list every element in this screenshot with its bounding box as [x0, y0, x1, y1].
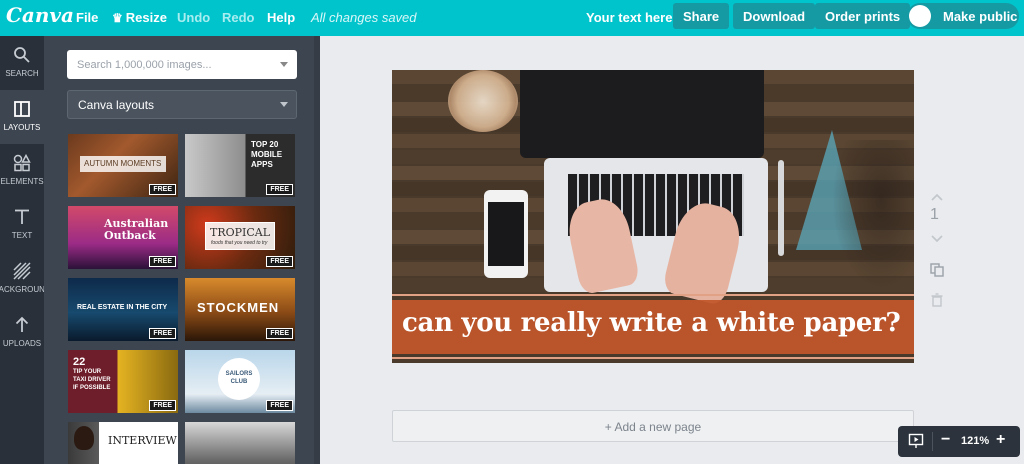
- thumb-title: TOP 20 MOBILE APPS: [251, 140, 283, 169]
- thumb-title: AUTUMN MOMENTS: [84, 159, 162, 168]
- free-badge: FREE: [149, 184, 176, 195]
- zoom-divider: [932, 432, 933, 451]
- rail-item-elements[interactable]: ELEMENTS: [0, 144, 44, 198]
- zoom-level: 121%: [961, 435, 990, 447]
- rail-item-text[interactable]: TEXT: [0, 198, 44, 252]
- free-badge: FREE: [149, 256, 176, 267]
- coffee-cup: [448, 70, 518, 132]
- chevron-down-icon[interactable]: [929, 230, 945, 246]
- design-canvas[interactable]: can you really write a white paper?: [392, 70, 914, 363]
- headline-text[interactable]: can you really write a white paper?: [402, 308, 912, 338]
- crown-icon: ♛: [112, 11, 123, 25]
- toggle-knob: [909, 5, 931, 27]
- image-search-input[interactable]: [67, 50, 297, 79]
- rail-item-background[interactable]: BACKGROUND: [0, 252, 44, 306]
- thumb-title: TROPICAL: [210, 226, 271, 239]
- free-badge: FREE: [266, 328, 293, 339]
- zoom-controls: − 121% +: [898, 426, 1020, 457]
- layouts-panel: Canva layouts AUTUMN MOMENTS FREE TOP 20…: [44, 36, 320, 464]
- zoom-in-button[interactable]: +: [996, 431, 1005, 449]
- thumb-title: REAL ESTATE IN THE CITY: [77, 304, 168, 311]
- copy-page-icon[interactable]: [929, 262, 945, 278]
- order-prints-button[interactable]: Order prints: [815, 3, 911, 29]
- rail-label: UPLOADS: [2, 339, 42, 348]
- background-icon: [13, 262, 31, 280]
- download-button[interactable]: Download: [733, 3, 816, 29]
- search-icon: [14, 47, 30, 63]
- pen: [778, 160, 784, 256]
- add-page-button[interactable]: + Add a new page: [392, 410, 914, 442]
- elements-icon: [13, 154, 31, 172]
- share-button[interactable]: Share: [673, 3, 730, 29]
- canva-logo[interactable]: Canva: [6, 3, 74, 27]
- layout-thumb-mobile-apps[interactable]: TOP 20 MOBILE APPS FREE: [185, 134, 295, 197]
- chevron-down-icon[interactable]: [280, 62, 288, 67]
- free-badge: FREE: [266, 184, 293, 195]
- category-select[interactable]: Canva layouts: [67, 90, 297, 119]
- free-badge: FREE: [149, 328, 176, 339]
- save-status: All changes saved: [311, 10, 417, 25]
- help-menu[interactable]: Help: [267, 10, 295, 25]
- layout-thumb-interview[interactable]: INTERVIEW: [68, 422, 178, 464]
- free-badge: FREE: [266, 400, 293, 411]
- layout-thumb-autumn-moments[interactable]: AUTUMN MOMENTS FREE: [68, 134, 178, 197]
- left-rail: SEARCH LAYOUTS ELEMENTS TEXT BACKGROUND …: [0, 36, 44, 464]
- document-title[interactable]: Your text here: [586, 10, 672, 25]
- page-number: 1: [930, 206, 939, 223]
- layout-thumb-horses[interactable]: [185, 422, 295, 464]
- top-bar: Canva File ♛ Resize Undo Redo Help All ch…: [0, 0, 1024, 36]
- thumb-title: SAILORS CLUB: [225, 371, 253, 385]
- banner-stripe: [392, 357, 914, 359]
- layout-thumb-tropical[interactable]: TROPICAL foods that you need to try FREE: [185, 206, 295, 269]
- present-icon[interactable]: [908, 433, 924, 449]
- undo-button[interactable]: Undo: [177, 10, 210, 25]
- rail-item-uploads[interactable]: UPLOADS: [0, 306, 44, 360]
- uploads-icon: [15, 316, 29, 332]
- rail-label: LAYOUTS: [3, 123, 41, 132]
- layouts-icon: [14, 101, 30, 117]
- plant-shadow: [832, 140, 914, 290]
- make-public-label: Make public: [943, 9, 1018, 24]
- free-badge: FREE: [266, 256, 293, 267]
- rail-label: TEXT: [11, 231, 33, 240]
- rail-label: ELEMENTS: [0, 177, 44, 186]
- layout-thumb-australian-outback[interactable]: Australian Outback FREE: [68, 206, 178, 269]
- redo-button[interactable]: Redo: [222, 10, 255, 25]
- resize-button[interactable]: ♛ Resize: [112, 10, 167, 25]
- layout-thumb-stockmen[interactable]: STOCKMEN FREE: [185, 278, 295, 341]
- thumb-portrait: [74, 426, 94, 450]
- thumb-title: STOCKMEN: [197, 300, 280, 315]
- chevron-up-icon[interactable]: [929, 190, 945, 206]
- layout-thumb-sailors-club[interactable]: SAILORS CLUB FREE: [185, 350, 295, 413]
- layout-thumb-real-estate[interactable]: REAL ESTATE IN THE CITY FREE: [68, 278, 178, 341]
- panel-scrollbar[interactable]: [314, 36, 320, 464]
- zoom-out-button[interactable]: −: [941, 431, 950, 449]
- file-menu[interactable]: File: [76, 10, 98, 25]
- trash-icon[interactable]: [929, 292, 945, 308]
- thumb-title: 22 TIP YOUR TAXI DRIVER IF POSSIBLE: [73, 356, 111, 391]
- rail-item-search[interactable]: SEARCH: [0, 36, 44, 90]
- rail-label: BACKGROUND: [0, 285, 44, 294]
- rail-label: SEARCH: [5, 69, 39, 78]
- thumb-title: Australian Outback: [104, 217, 169, 242]
- layout-thumb-taxi-tip[interactable]: 22 TIP YOUR TAXI DRIVER IF POSSIBLE FREE: [68, 350, 178, 413]
- thumb-title: INTERVIEW: [108, 434, 177, 447]
- laptop-screen: [520, 70, 764, 158]
- text-icon: [15, 209, 29, 224]
- thumb-subtitle: foods that you need to try: [211, 240, 268, 246]
- chevron-down-icon: [280, 102, 288, 107]
- banner-stripe: [392, 294, 914, 296]
- make-public-toggle[interactable]: Make public: [907, 3, 1019, 29]
- rail-item-layouts[interactable]: LAYOUTS: [0, 90, 44, 144]
- smartphone-screen: [488, 202, 524, 266]
- free-badge: FREE: [149, 400, 176, 411]
